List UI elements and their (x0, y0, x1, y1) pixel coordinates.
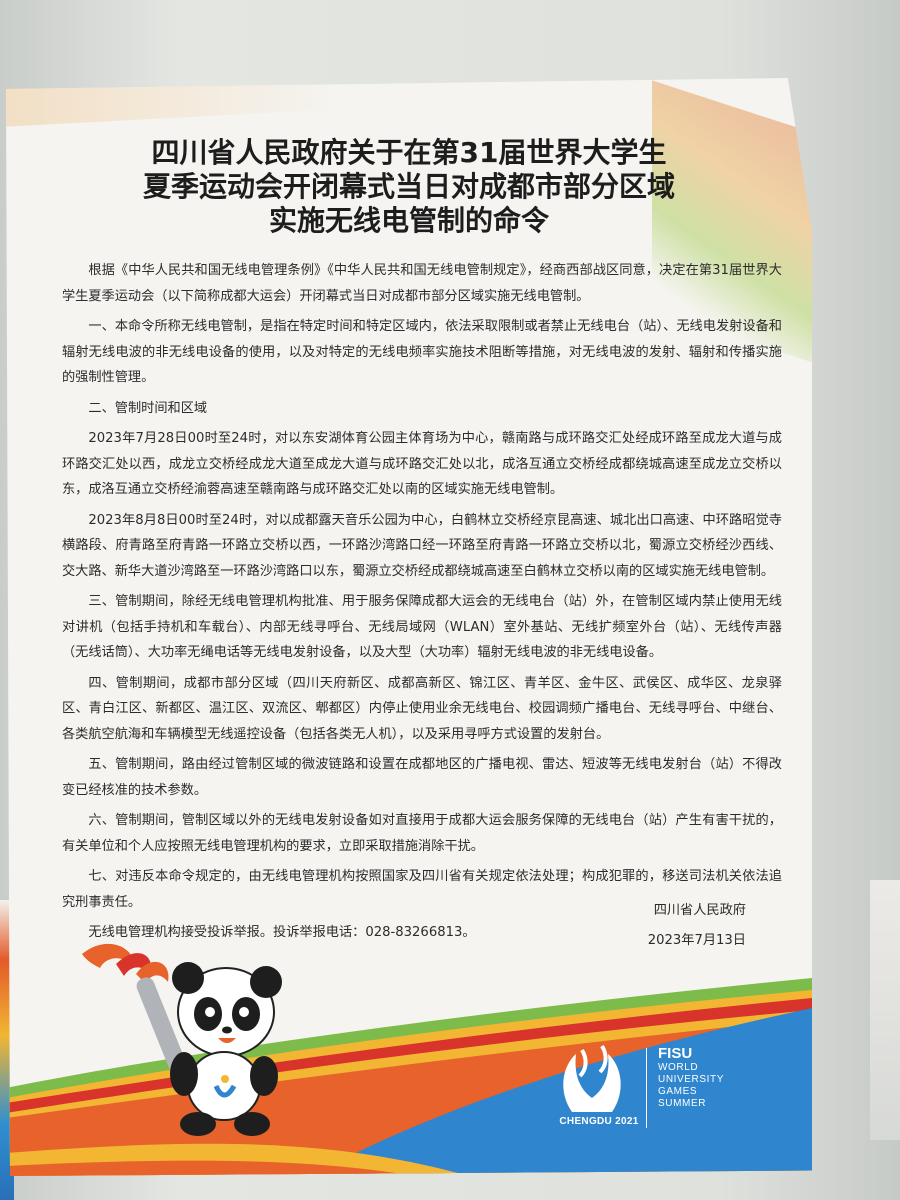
fisu-name: FISU (658, 1045, 693, 1062)
panda-mascot-icon (82, 943, 282, 1136)
chengdu-2021-logo-icon (563, 1044, 621, 1112)
fisu-line: GAMES (658, 1086, 698, 1097)
chengdu-2021-caption: CHENGDU 2021 (559, 1116, 639, 1127)
fisu-logo: FISU WORLD UNIVERSITY GAMES SUMMER (658, 1046, 724, 1110)
intro-paragraph: 根据《中华人民共和国无线电管理条例》《中华人民共和国无线电管制规定》，经商西部战… (62, 263, 782, 304)
article-2-heading: 二、管制时间和区域 (88, 400, 208, 416)
logo-divider (646, 1048, 647, 1128)
document-body: 根据《中华人民共和国无线电管理条例》《中华人民共和国无线电管制规定》，经商西部战… (62, 258, 782, 951)
fisu-line: SUMMER (658, 1098, 707, 1109)
title-line-2: 夏季运动会开闭幕式当日对成都市部分区域 (142, 170, 675, 203)
notice-poster: 四川省人民政府关于在第31届世界大学生 夏季运动会开闭幕式当日对成都市部分区域 … (6, 78, 812, 1176)
control-period-1: 2023年7月28日00时至24时，对以东安湖体育公园主体育场为中心，赣南路与成… (62, 431, 782, 497)
article-1: 一、本命令所称无线电管制，是指在特定时间和特定区域内，依法采取限制或者禁止无线电… (62, 319, 782, 385)
document-title: 四川省人民政府关于在第31届世界大学生 夏季运动会开闭幕式当日对成都市部分区域 … (6, 136, 812, 238)
article-3: 三、管制期间，除经无线电管理机构批准、用于服务保障成都大运会的无线电台（站）外，… (62, 594, 782, 660)
article-5: 五、管制期间，路由经过管制区域的微波链路和设置在成都地区的广播电视、雷达、短波等… (62, 757, 782, 798)
fisu-line: UNIVERSITY (658, 1074, 725, 1085)
title-line-3: 实施无线电管制的命令 (268, 204, 549, 237)
control-period-2: 2023年8月8日00时至24时，对以成都露天音乐公园为中心，白鹤林立交桥经京昆… (62, 512, 782, 579)
adjacent-poster-right (870, 880, 900, 1140)
title-line-1: 四川省人民政府关于在第31届世界大学生 (151, 136, 667, 169)
article-6: 六、管制期间，管制区域以外的无线电发射设备如对直接用于成都大运会服务保障的无线电… (62, 813, 782, 854)
fisu-line: WORLD (658, 1062, 699, 1073)
article-4: 四、管制期间，成都市部分区域（四川天府新区、成都高新区、锦江区、青羊区、金牛区、… (62, 675, 782, 742)
